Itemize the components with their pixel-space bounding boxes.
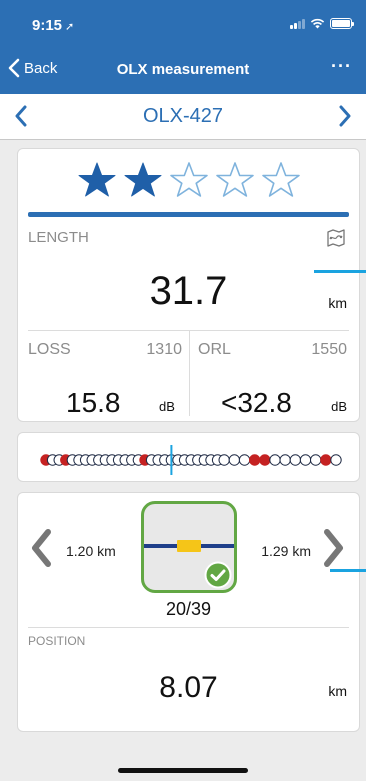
- loss-unit: dB: [159, 399, 175, 414]
- orl-unit: dB: [331, 399, 347, 414]
- event-marker[interactable]: [279, 454, 291, 466]
- next-event-button[interactable]: [323, 529, 345, 572]
- position-card: 1.20 km 1.29 km 20/39 POSITION 8.07 km: [17, 492, 360, 732]
- event-marker-failed[interactable]: [248, 454, 261, 466]
- chevron-right-icon: [324, 529, 343, 567]
- result-card: LENGTH 31.7 km LOSS 1310 ORL 1550 15.8 d…: [17, 148, 360, 422]
- star-empty-icon: [169, 162, 208, 197]
- previous-event-distance: 1.20 km: [66, 543, 116, 559]
- loss-label: LOSS: [28, 341, 71, 358]
- length-label: LENGTH: [28, 229, 89, 246]
- more-button[interactable]: ···: [331, 56, 352, 77]
- star-filled-icon: [124, 162, 161, 197]
- event-marker[interactable]: [218, 454, 230, 466]
- previous-event-button[interactable]: [30, 529, 52, 572]
- pass-check-icon: [204, 561, 232, 589]
- rating-underline: [28, 212, 349, 217]
- home-indicator[interactable]: [118, 768, 248, 773]
- event-map-strip: [40, 445, 342, 475]
- location-arrow-icon: ➚: [65, 21, 75, 33]
- status-time-text: 9:15: [32, 17, 63, 34]
- length-value: 31.7: [149, 269, 228, 313]
- fiber-map-icon[interactable]: [326, 228, 346, 248]
- event-map[interactable]: [17, 432, 360, 482]
- position-unit: km: [328, 683, 347, 699]
- position-value: 8.07: [159, 671, 218, 704]
- status-bar: 9:15 ➚: [0, 0, 366, 46]
- divider: [28, 627, 349, 628]
- star-empty-icon: [261, 162, 300, 197]
- position-label: POSITION: [28, 634, 86, 648]
- scroll-marker: [314, 270, 366, 273]
- page-title: OLX measurement: [116, 61, 250, 78]
- event-marker[interactable]: [269, 454, 281, 466]
- chevron-right-icon: [339, 105, 351, 127]
- loss-value: 15.8: [66, 387, 121, 418]
- event-marker[interactable]: [330, 454, 342, 466]
- measurement-name: OLX-427: [142, 105, 224, 127]
- event-marker[interactable]: [299, 454, 312, 466]
- star-empty-icon: [215, 162, 254, 197]
- loss-wavelength: 1310: [146, 341, 182, 358]
- orl-value: <32.8: [221, 387, 292, 418]
- event-marker[interactable]: [238, 454, 251, 466]
- next-measurement-button[interactable]: [338, 105, 352, 132]
- nav-bar: Back OLX measurement ···: [0, 46, 366, 94]
- status-icons: [290, 18, 354, 29]
- star-rating: [18, 161, 359, 199]
- chevron-left-icon: [32, 529, 51, 567]
- event-marker[interactable]: [228, 454, 241, 466]
- event-marker[interactable]: [309, 454, 322, 466]
- measurement-selector: OLX-427: [0, 94, 366, 140]
- wifi-icon: [310, 18, 325, 29]
- scroll-marker: [330, 569, 366, 572]
- event-counter: 20/39: [165, 599, 212, 619]
- next-event-distance: 1.29 km: [261, 543, 311, 559]
- event-marker-failed[interactable]: [259, 454, 271, 466]
- divider-vertical: [189, 331, 190, 416]
- battery-icon: [330, 18, 354, 29]
- star-filled-icon: [78, 162, 115, 197]
- event-marker-failed[interactable]: [320, 454, 332, 466]
- event-marker[interactable]: [289, 454, 302, 466]
- orl-label: ORL: [198, 341, 231, 358]
- cellular-signal-icon: [290, 18, 305, 29]
- length-unit: km: [328, 295, 347, 311]
- status-time: 9:15 ➚: [32, 17, 74, 34]
- orl-wavelength: 1550: [311, 341, 347, 358]
